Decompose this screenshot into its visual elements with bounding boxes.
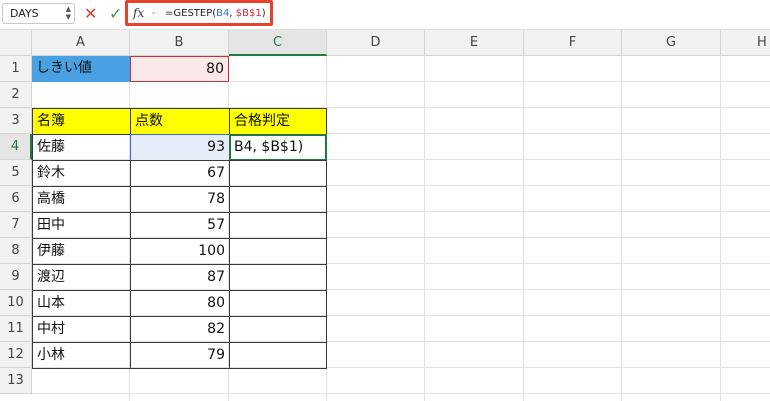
formula-suffix: ): [261, 8, 266, 19]
column-header-d[interactable]: D: [327, 30, 425, 56]
cell-a12[interactable]: 小林: [32, 342, 131, 369]
cell-a9[interactable]: 渡辺: [32, 264, 131, 291]
row-header-4[interactable]: 4: [0, 134, 32, 160]
cell-a1[interactable]: しきい値: [32, 56, 130, 82]
cell-c6[interactable]: [229, 186, 327, 213]
cell-b6[interactable]: 78: [130, 186, 230, 213]
name-box[interactable]: DAYS ▲ ▼: [2, 3, 75, 24]
cell-b11[interactable]: 82: [130, 316, 230, 343]
column-header-b[interactable]: B: [130, 30, 229, 56]
cell-c5[interactable]: [229, 160, 327, 187]
cell-a6[interactable]: 高橋: [32, 186, 131, 213]
column-header-c[interactable]: C: [229, 30, 327, 56]
cell-b1[interactable]: 80: [130, 56, 229, 82]
column-header-a[interactable]: A: [32, 30, 130, 56]
row-header-5[interactable]: 5: [0, 160, 32, 186]
column-header-g[interactable]: G: [622, 30, 721, 56]
cancel-icon[interactable]: ✕: [84, 4, 97, 23]
spreadsheet-grid: A B C D E F G H 1 2 3 4 5 6 7 8 9 10 11 …: [0, 30, 770, 401]
cell-a3[interactable]: 名簿: [32, 108, 131, 135]
formula-ref-b4: B4: [216, 8, 230, 19]
cell-b8[interactable]: 100: [130, 238, 230, 265]
name-box-stepper-icon[interactable]: ▲ ▼: [66, 5, 71, 21]
cell-b3[interactable]: 点数: [130, 108, 230, 135]
formula-input-highlight[interactable]: fx ⌄ =GESTEP(B4, $B$1): [125, 0, 273, 26]
cell-b10[interactable]: 80: [130, 290, 230, 317]
column-header-e[interactable]: E: [425, 30, 524, 56]
cell-c12[interactable]: [229, 342, 327, 369]
cell-c10[interactable]: [229, 290, 327, 317]
cell-a8[interactable]: 伊藤: [32, 238, 131, 265]
row-header-6[interactable]: 6: [0, 186, 32, 212]
cell-b9[interactable]: 87: [130, 264, 230, 291]
cell-c7[interactable]: [229, 212, 327, 239]
formula-text[interactable]: =GESTEP(B4, $B$1): [165, 8, 266, 19]
cell-c4-active[interactable]: B4, $B$1): [229, 134, 327, 161]
cell-b4[interactable]: 93: [130, 134, 230, 161]
cell-c9[interactable]: [229, 264, 327, 291]
column-header-h[interactable]: H: [721, 30, 770, 56]
row-header-7[interactable]: 7: [0, 212, 32, 238]
formula-bar: DAYS ▲ ▼ ✕ ✓ fx ⌄ =GESTEP(B4, $B$1): [0, 0, 770, 30]
name-box-value: DAYS: [10, 7, 39, 20]
column-header-f[interactable]: F: [524, 30, 622, 56]
row-header-10[interactable]: 10: [0, 290, 32, 316]
cell-a5[interactable]: 鈴木: [32, 160, 131, 187]
row-header-3[interactable]: 3: [0, 108, 32, 134]
fx-icon[interactable]: fx: [133, 6, 144, 20]
formula-ref-b1: $B$1: [235, 8, 262, 19]
row-header-9[interactable]: 9: [0, 264, 32, 290]
chevron-down-icon[interactable]: ⌄: [150, 7, 157, 16]
cell-a11[interactable]: 中村: [32, 316, 131, 343]
select-all-corner[interactable]: [0, 30, 32, 56]
cell-c11[interactable]: [229, 316, 327, 343]
cell-a4[interactable]: 佐藤: [32, 134, 131, 161]
row-header-8[interactable]: 8: [0, 238, 32, 264]
cell-c8[interactable]: [229, 238, 327, 265]
row-header-1[interactable]: 1: [0, 56, 32, 82]
cell-b7[interactable]: 57: [130, 212, 230, 239]
row-header-13[interactable]: 13: [0, 368, 32, 394]
gridline: [32, 393, 770, 394]
row-header-2[interactable]: 2: [0, 82, 32, 108]
cell-b5[interactable]: 67: [130, 160, 230, 187]
confirm-check-icon[interactable]: ✓: [109, 4, 122, 23]
cell-b12[interactable]: 79: [130, 342, 230, 369]
row-header-12[interactable]: 12: [0, 342, 32, 368]
formula-prefix: =GESTEP(: [165, 8, 217, 19]
row-header-11[interactable]: 11: [0, 316, 32, 342]
cell-a10[interactable]: 山本: [32, 290, 131, 317]
cell-c3[interactable]: 合格判定: [229, 108, 327, 135]
cell-a7[interactable]: 田中: [32, 212, 131, 239]
